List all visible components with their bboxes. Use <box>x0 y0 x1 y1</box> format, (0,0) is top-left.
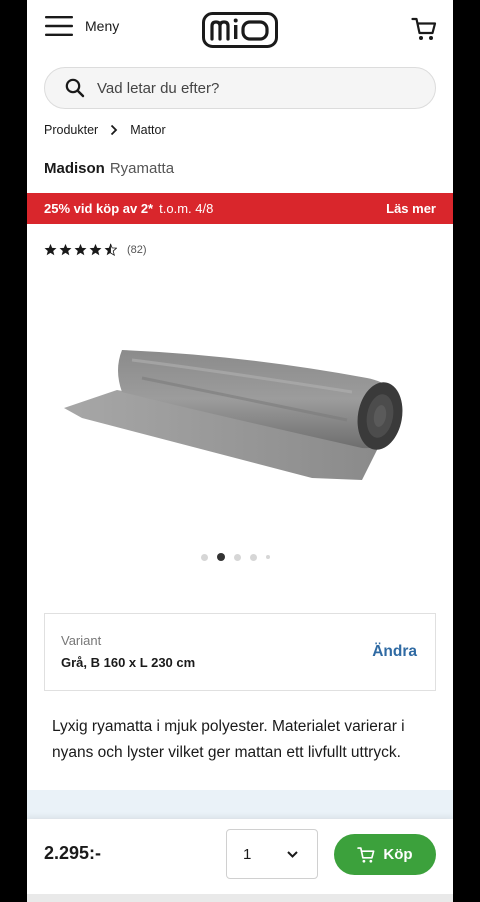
buy-label: Köp <box>383 846 413 863</box>
carousel-dot[interactable] <box>250 553 257 561</box>
variant-selector[interactable]: Variant Grå, B 160 x L 230 cm Ändra <box>44 613 436 691</box>
breadcrumb-item-mattor[interactable]: Mattor <box>130 123 165 137</box>
product-rating[interactable]: (82) <box>44 243 147 256</box>
star-half-icon <box>104 243 117 256</box>
hamburger-menu-icon <box>45 16 73 36</box>
cart-icon[interactable] <box>411 16 437 42</box>
promo-until: t.o.m. 4/8 <box>159 201 214 216</box>
product-description: Lyxig ryamatta i mjuk polyester. Materia… <box>52 718 405 761</box>
buy-button[interactable]: Köp <box>334 834 436 875</box>
top-header: Meny <box>27 0 453 58</box>
carousel-dot-active[interactable] <box>217 553 225 561</box>
breadcrumb: Produkter Mattor <box>44 123 166 137</box>
star-icon <box>89 243 102 256</box>
promo-deal: 25% vid köp av 2* <box>44 201 154 216</box>
bottom-edge <box>27 894 453 902</box>
star-icon <box>44 243 57 256</box>
breadcrumb-item-produkter[interactable]: Produkter <box>44 123 98 137</box>
carousel-dot[interactable] <box>201 553 208 561</box>
search-placeholder: Vad letar du efter? <box>97 79 220 97</box>
menu-label: Meny <box>85 18 120 34</box>
chevron-right-icon <box>111 124 118 136</box>
carousel-dot[interactable] <box>234 553 241 561</box>
product-subtitle: Ryamatta <box>109 160 175 177</box>
star-icon <box>59 243 72 256</box>
product-price: 2.295:- <box>44 843 102 863</box>
image-carousel-dots[interactable] <box>201 553 270 561</box>
menu-button[interactable]: Meny <box>45 15 119 37</box>
chevron-down-icon <box>287 851 298 858</box>
quantity-select[interactable]: 1 <box>226 829 318 879</box>
rating-stars <box>44 243 117 256</box>
variant-label: Variant <box>61 633 102 648</box>
product-title: Madison Ryamatta <box>44 160 174 177</box>
purchase-bar: 2.295:- 1 Köp <box>27 819 453 894</box>
quantity-value: 1 <box>243 845 252 863</box>
carousel-dot[interactable] <box>266 555 270 559</box>
star-icon <box>74 243 87 256</box>
search-icon <box>65 78 85 98</box>
search-input[interactable]: Vad letar du efter? <box>44 67 436 109</box>
product-brand: Madison <box>44 160 105 177</box>
variant-change-button[interactable]: Ändra <box>372 643 417 661</box>
promo-banner[interactable]: 25% vid köp av 2* t.o.m. 4/8 Läs mer <box>27 193 453 224</box>
product-image-rolled-rug[interactable] <box>62 330 407 490</box>
rating-count: (82) <box>127 243 147 256</box>
cart-icon <box>357 846 375 863</box>
promo-read-more-link[interactable]: Läs mer <box>386 201 436 216</box>
variant-value: Grå, B 160 x L 230 cm <box>61 655 196 670</box>
phone-screen: Meny Vad letar du efter? Produkter Matto… <box>27 0 453 902</box>
mio-logo[interactable] <box>202 12 278 48</box>
